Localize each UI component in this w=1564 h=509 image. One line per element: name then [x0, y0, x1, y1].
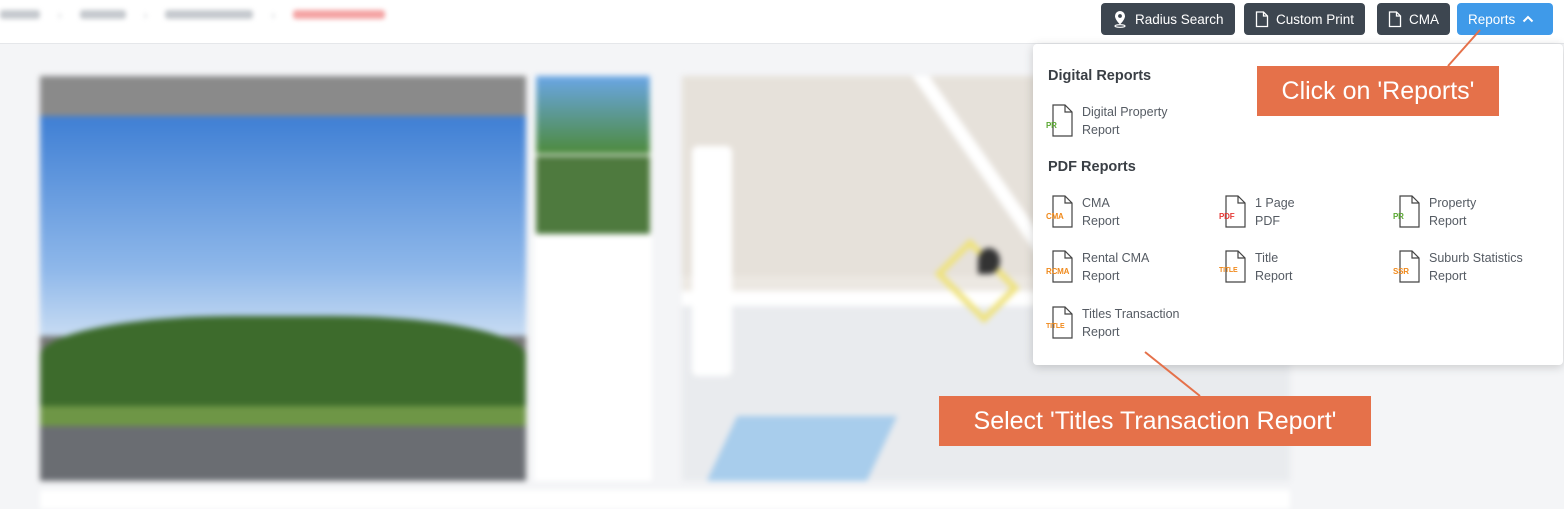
file-type-tag: PR: [1393, 212, 1404, 221]
file-icon: RCMA: [1046, 250, 1074, 283]
report-label-line2: Report: [1429, 268, 1467, 283]
rental-cma-report-item[interactable]: RCMA Rental CMA Report: [1046, 250, 1150, 285]
location-pin-icon: [1114, 11, 1126, 28]
report-label-line1: Titles Transaction: [1082, 307, 1180, 321]
reports-label: Reports: [1468, 11, 1516, 27]
breadcrumb-separator: ›: [143, 10, 148, 22]
breadcrumb-item[interactable]: [79, 10, 126, 19]
file-icon: TITLE: [1046, 306, 1074, 339]
radius-search-button[interactable]: Radius Search: [1101, 3, 1235, 35]
chevron-up-icon: [1523, 15, 1534, 23]
breadcrumb-item[interactable]: [165, 10, 254, 19]
photo-trees: [40, 316, 526, 416]
title-report-item[interactable]: TITLE Title Report: [1219, 250, 1293, 285]
file-icon: TITLE: [1219, 250, 1247, 283]
report-label-line2: PDF: [1255, 213, 1280, 228]
select-titles-transaction-callout: Select 'Titles Transaction Report': [939, 396, 1371, 446]
breadcrumb-current: [293, 10, 386, 19]
thumbnail[interactable]: [536, 76, 650, 154]
file-type-tag: PR: [1046, 121, 1057, 130]
click-reports-callout: Click on 'Reports': [1257, 66, 1499, 116]
file-icon: CMA: [1046, 195, 1074, 228]
report-label-line1: Property: [1429, 196, 1477, 210]
cma-report-item[interactable]: CMA CMA Report: [1046, 195, 1120, 230]
cma-button[interactable]: CMA: [1377, 3, 1450, 35]
report-label-line1: Title: [1255, 251, 1279, 265]
property-report-item[interactable]: PR Property Report: [1393, 195, 1477, 230]
one-page-pdf-item[interactable]: PDF 1 Page PDF: [1219, 195, 1295, 230]
property-photo[interactable]: [40, 76, 526, 481]
thumbnail[interactable]: [536, 156, 650, 234]
photo-thumbnails: [534, 76, 652, 481]
reports-button[interactable]: Reports: [1457, 3, 1553, 35]
file-type-tag: TITLE: [1046, 323, 1065, 330]
suburb-statistics-report-item[interactable]: SSR Suburb Statistics Report: [1393, 250, 1523, 285]
photo-road: [40, 426, 526, 481]
breadcrumb: › › ›: [0, 10, 386, 22]
report-label-line2: Report: [1082, 324, 1120, 339]
report-label-line1: Rental CMA: [1082, 251, 1150, 265]
document-icon: [1388, 10, 1402, 27]
breadcrumb-separator: ›: [271, 10, 276, 22]
digital-reports-heading: Digital Reports: [1048, 68, 1152, 84]
pdf-reports-heading: PDF Reports: [1048, 159, 1136, 175]
report-label-line1: Digital Property: [1082, 105, 1168, 119]
radius-search-label: Radius Search: [1135, 11, 1224, 27]
file-type-tag: CMA: [1046, 212, 1064, 221]
file-type-tag: PDF: [1219, 212, 1235, 221]
file-type-tag: TITLE: [1219, 267, 1238, 274]
report-label-line2: Report: [1082, 213, 1120, 228]
report-label-line2: Report: [1255, 268, 1293, 283]
file-icon: SSR: [1393, 250, 1421, 283]
footer-strip: [40, 490, 1290, 509]
top-bar: › › › Radius Search Custom Print CMA Rep…: [0, 0, 1564, 44]
report-label-line2: Report: [1429, 213, 1467, 228]
report-label-line1: Suburb Statistics: [1429, 251, 1523, 265]
report-label-line2: Report: [1082, 122, 1120, 137]
digital-property-report-item[interactable]: PR Digital Property Report: [1046, 104, 1168, 139]
breadcrumb-separator: ›: [58, 10, 62, 22]
custom-print-button[interactable]: Custom Print: [1244, 3, 1366, 35]
report-label-line1: CMA: [1082, 196, 1110, 210]
report-label-line2: Report: [1082, 268, 1120, 283]
file-type-tag: RCMA: [1046, 267, 1070, 276]
file-type-tag: SSR: [1393, 267, 1409, 276]
breadcrumb-item[interactable]: [0, 10, 40, 19]
file-icon: PR: [1393, 195, 1421, 228]
report-label-line1: 1 Page: [1255, 196, 1295, 210]
titles-transaction-report-item[interactable]: TITLE Titles Transaction Report: [1046, 306, 1180, 341]
photo-sky: [40, 116, 526, 336]
document-icon: [1255, 10, 1269, 27]
cma-label: CMA: [1409, 11, 1439, 27]
file-icon: PR: [1046, 104, 1074, 137]
photo-header-bar: [40, 76, 526, 116]
custom-print-label: Custom Print: [1276, 11, 1355, 27]
file-icon: PDF: [1219, 195, 1247, 228]
